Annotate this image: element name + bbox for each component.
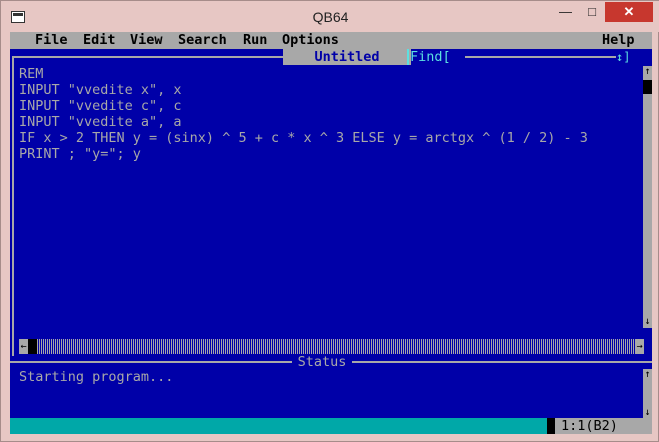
scroll-down-arrow-icon[interactable]: ↓ (643, 316, 652, 328)
scroll-thumb[interactable] (28, 339, 37, 354)
scroll-right-arrow-icon[interactable]: → (635, 339, 644, 354)
qb64-client-area: File Edit View Search Run Options Help U… (10, 32, 652, 434)
code-line[interactable]: REM (19, 66, 588, 82)
menu-run[interactable]: Run (243, 32, 267, 49)
menu-help[interactable]: Help (602, 32, 635, 49)
close-button[interactable]: ✕ (605, 2, 653, 22)
menu-file[interactable]: File (35, 32, 68, 49)
menu-edit[interactable]: Edit (83, 32, 116, 49)
menu-bar: File Edit View Search Run Options Help (10, 32, 652, 49)
code-line[interactable]: PRINT ; "y="; y (19, 146, 588, 162)
status-title: Status (292, 354, 352, 370)
editor-horizontal-scrollbar[interactable]: ← → (19, 339, 644, 354)
title-bar[interactable]: QB64 — □ ✕ (1, 1, 659, 32)
find-arrows-icon[interactable]: ↕] (616, 49, 630, 65)
menu-view[interactable]: View (130, 32, 163, 49)
editor-vertical-scrollbar[interactable]: ↑ ↓ (643, 66, 652, 328)
scroll-left-arrow-icon[interactable]: ← (19, 339, 28, 354)
code-line[interactable]: INPUT "vvedite a", a (19, 114, 588, 130)
code-line[interactable]: IF x > 2 THEN y = (sinx) ^ 5 + c * x ^ 3… (19, 130, 588, 146)
maximize-button[interactable]: □ (579, 2, 605, 22)
find-separator (407, 49, 409, 65)
menu-search[interactable]: Search (178, 32, 227, 49)
cursor-position-area: 1:1(B2) (10, 418, 652, 434)
editor-left-border (12, 56, 14, 356)
editor-border-right-segment (465, 56, 616, 58)
code-line[interactable]: INPUT "vvedite c", c (19, 98, 588, 114)
editor-border-left-segment (12, 56, 283, 58)
scroll-up-arrow-icon[interactable]: ↑ (643, 66, 652, 78)
scroll-up-arrow-icon[interactable]: ↑ (643, 369, 652, 381)
scroll-thumb[interactable] (643, 80, 652, 94)
status-divider (547, 418, 555, 434)
status-vertical-scrollbar[interactable]: ↑ ↓ (643, 369, 652, 419)
menu-options[interactable]: Options (282, 32, 339, 49)
code-editor[interactable]: REM INPUT "vvedite x", x INPUT "vvedite … (19, 66, 588, 162)
cursor-position: 1:1(B2) (555, 418, 652, 434)
status-message: Starting program... (19, 369, 174, 385)
find-field[interactable]: Find[ (410, 49, 451, 65)
window-frame: QB64 — □ ✕ File Edit View Search Run Opt… (0, 0, 659, 442)
code-line[interactable]: INPUT "vvedite x", x (19, 82, 588, 98)
editor-title: Untitled (283, 49, 411, 65)
minimize-button[interactable]: — (552, 2, 579, 22)
